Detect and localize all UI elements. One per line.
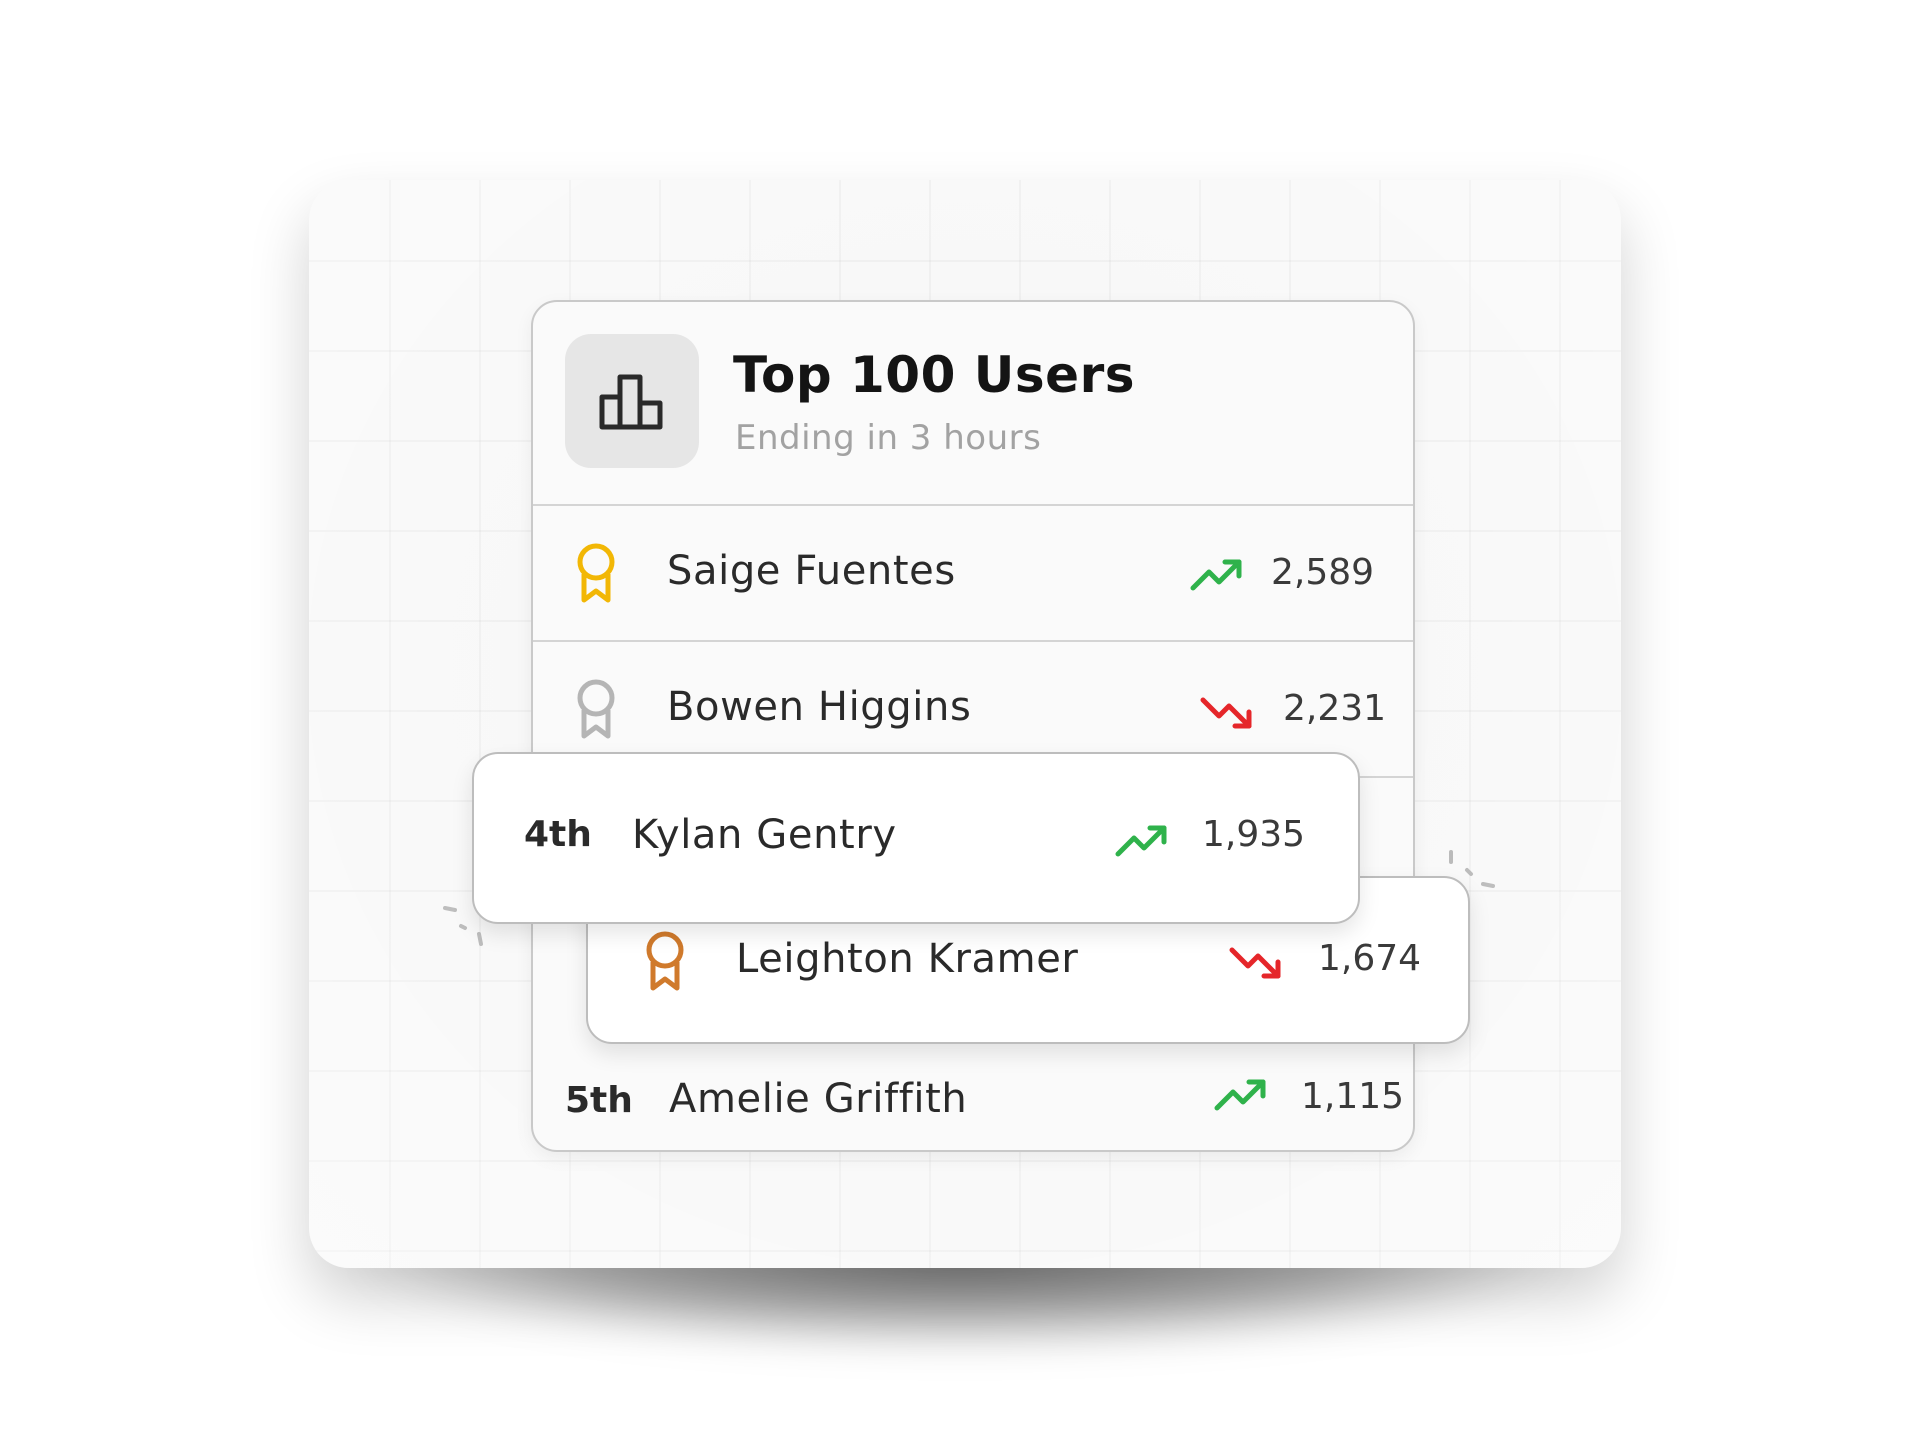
trend-up-icon [1115,825,1167,857]
leaderboard-header: Top 100 Users Ending in 3 hours [533,302,1413,506]
user-name: Leighton Kramer [736,936,1079,982]
list-item[interactable]: 5th Amelie Griffith 1,115 [533,1042,1413,1150]
medal-gold-icon [577,543,615,603]
page-subtitle: Ending in 3 hours [735,418,1042,458]
user-score: 2,231 [1283,688,1387,729]
medal-bronze-icon [646,931,684,991]
bar-chart-icon [599,374,663,430]
user-score: 1,935 [1202,814,1306,855]
rank-label: 5th [565,1080,633,1121]
user-score: 1,115 [1301,1076,1405,1117]
user-score: 2,589 [1271,552,1375,593]
trend-down-icon [1200,697,1252,729]
user-name: Bowen Higgins [667,684,972,730]
user-name: Saige Fuentes [667,548,956,594]
user-name: Kylan Gentry [632,812,897,858]
page-title: Top 100 Users [733,346,1135,404]
trend-up-icon [1214,1079,1266,1111]
medal-silver-icon [577,679,615,739]
rank-label: 4th [524,814,592,855]
floating-list-item[interactable]: 4th Kylan Gentry 1,935 [472,752,1360,924]
trend-down-icon [1229,947,1281,979]
user-score: 1,674 [1318,938,1422,979]
list-item[interactable]: Saige Fuentes 2,589 [533,506,1413,642]
header-icon-container [565,334,699,468]
user-name: Amelie Griffith [669,1076,968,1122]
trend-up-icon [1190,559,1242,591]
